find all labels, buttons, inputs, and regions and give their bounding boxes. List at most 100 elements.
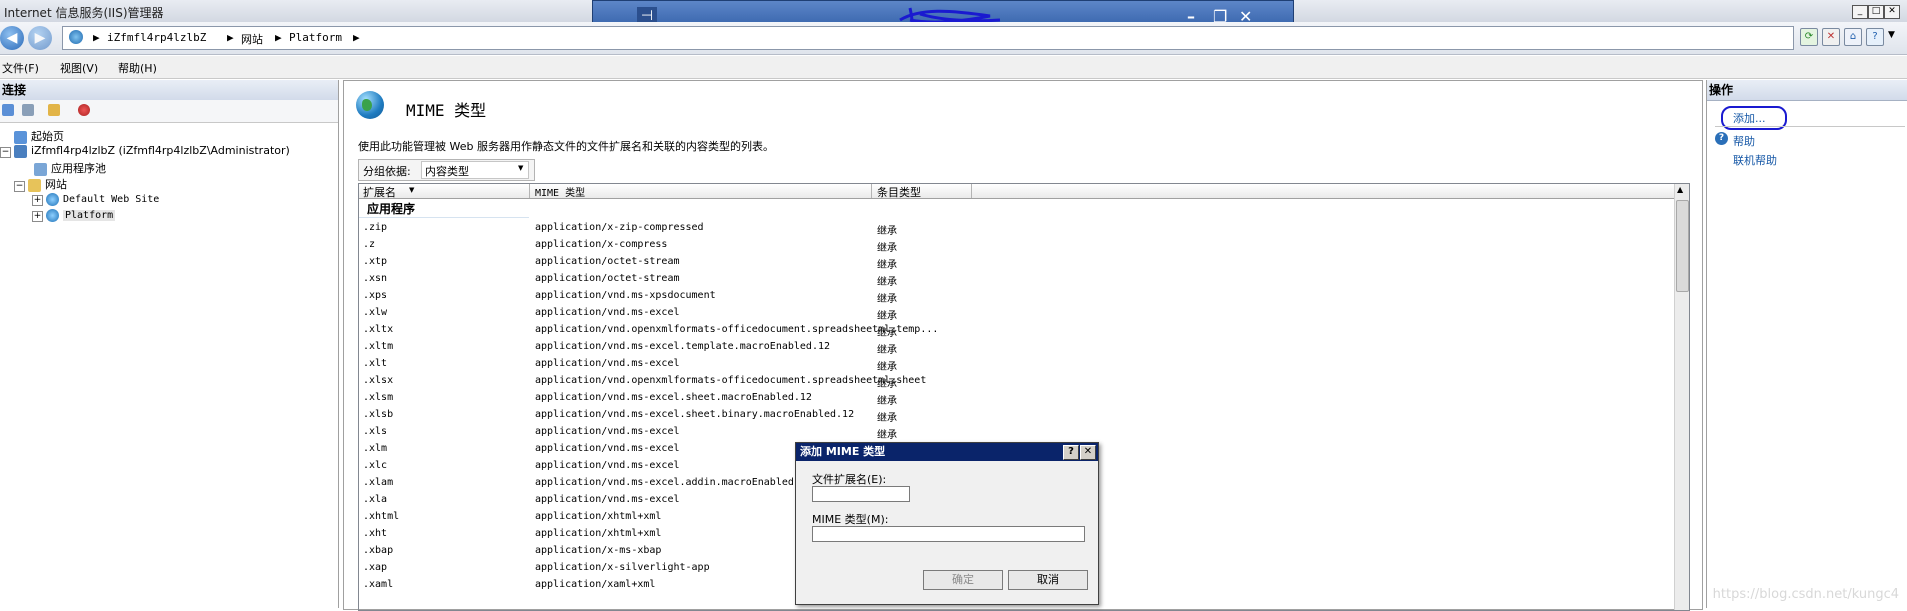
table-row[interactable]: .xlt application/vnd.ms-excel 继承 [359, 358, 1669, 373]
ok-button[interactable]: 确定 [923, 570, 1003, 590]
tree-start-page[interactable]: 起始页 [14, 128, 64, 144]
help-action-link[interactable]: 帮助 [1733, 133, 1755, 149]
cell-mime-type: application/x-compress [535, 239, 668, 250]
cell-mime-type: application/vnd.openxmlformats-officedoc… [535, 375, 927, 386]
close-button[interactable]: ✕ [1884, 5, 1900, 19]
connections-header: 连接 [0, 80, 338, 101]
cancel-button[interactable]: 取消 [1008, 570, 1088, 590]
add-action-link[interactable]: 添加... [1733, 110, 1766, 126]
breadcrumb-sites[interactable]: 网站 [241, 31, 263, 47]
cell-mime-type: application/octet-stream [535, 273, 680, 284]
help-icon[interactable]: ? [1866, 28, 1884, 46]
online-help-link[interactable]: 联机帮助 [1733, 152, 1777, 168]
start-page-icon [14, 130, 27, 144]
back-button[interactable]: ◀ [0, 26, 24, 50]
home-icon[interactable]: ⌂ [1844, 28, 1862, 46]
menu-help[interactable]: 帮助(H) [118, 60, 157, 76]
watermark: https://blog.csdn.net/kungc4 [1712, 587, 1899, 602]
minimize-button[interactable]: _ [1852, 5, 1868, 19]
expand-icon[interactable]: + [32, 211, 43, 222]
cell-extension: .xls [363, 426, 388, 437]
collapse-icon[interactable]: − [0, 147, 11, 158]
dialog-close-button[interactable]: ✕ [1080, 445, 1096, 460]
cell-extension: .zip [363, 222, 388, 233]
expand-icon[interactable]: + [32, 195, 43, 206]
cell-entry-type: 继承 [877, 311, 897, 322]
table-row[interactable]: .zip application/x-zip-compressed 继承 [359, 222, 1669, 237]
group-header: 应用程序 [367, 202, 416, 216]
col-mime-type[interactable]: MIME 类型 [535, 184, 585, 199]
menu-file[interactable]: 文件(F) [2, 60, 39, 76]
vertical-scrollbar[interactable]: ▲ [1674, 184, 1689, 610]
cell-extension: .xlt [363, 358, 388, 369]
cell-extension: .xps [363, 290, 388, 301]
table-row[interactable]: .xltx application/vnd.openxmlformats-offi… [359, 324, 1669, 339]
cell-entry-type: 继承 [877, 328, 897, 339]
cell-mime-type: application/x-silverlight-app [535, 562, 710, 573]
actions-header: 操作 [1707, 80, 1907, 101]
col-extension[interactable]: 扩展名 [363, 184, 396, 200]
tree-label: 起始页 [31, 130, 64, 143]
cell-mime-type: application/octet-stream [535, 256, 680, 267]
globe-icon [46, 208, 59, 222]
cell-extension: .xlc [363, 460, 388, 471]
refresh-icon[interactable]: ⟳ [1800, 28, 1818, 46]
cell-extension: .xht [363, 528, 388, 539]
table-row[interactable]: .xtp application/octet-stream 继承 [359, 256, 1669, 271]
cell-entry-type: 继承 [877, 362, 897, 373]
table-row[interactable]: .xsn application/octet-stream 继承 [359, 273, 1669, 288]
tree-app-pools[interactable]: 应用程序池 [34, 160, 106, 176]
cell-mime-type: application/vnd.ms-xpsdocument [535, 290, 716, 301]
table-row[interactable]: .xls application/vnd.ms-excel 继承 [359, 426, 1669, 441]
cell-extension: .xlsx [363, 375, 394, 386]
menu-view[interactable]: 视图(V) [60, 60, 98, 76]
table-row[interactable]: .xlsb application/vnd.ms-excel.sheet.bina… [359, 409, 1669, 424]
page-description: 使用此功能管理被 Web 服务器用作静态文件的文件扩展名和关联的内容类型的列表。 [358, 140, 774, 153]
group-by-select[interactable]: 内容类型 ▼ [421, 161, 529, 179]
cell-mime-type: application/xhtml+xml [535, 511, 662, 522]
tree-label: Default Web Site [63, 194, 160, 205]
forward-button[interactable]: ▶ [28, 26, 52, 50]
cell-mime-type: application/vnd.ms-excel [535, 494, 680, 505]
add-mime-dialog: 添加 MIME 类型 ? ✕ 文件扩展名(E): MIME 类型(M): 确定 … [795, 442, 1099, 605]
col-entry-type[interactable]: 条目类型 [877, 184, 921, 200]
tree-default-web-site[interactable]: + Default Web Site [32, 192, 159, 206]
dropdown-icon[interactable]: ▼ [1888, 30, 1895, 40]
mime-type-input[interactable] [812, 526, 1085, 542]
scroll-up-icon[interactable]: ▲ [1677, 185, 1683, 194]
sort-icon: ▼ [409, 186, 415, 194]
table-row[interactable]: .xps application/vnd.ms-xpsdocument 继承 [359, 290, 1669, 305]
table-row[interactable]: .xltm application/vnd.ms-excel.template.m… [359, 341, 1669, 356]
sites-folder-icon [28, 178, 41, 192]
cell-extension: .xlam [363, 477, 394, 488]
collapse-icon[interactable]: − [14, 181, 25, 192]
breadcrumb-server[interactable]: iZfmfl4rp4lzlbZ [107, 31, 206, 44]
table-row[interactable]: .xlsx application/vnd.openxmlformats-offi… [359, 375, 1669, 390]
tree-platform[interactable]: + Platform [32, 208, 116, 222]
cell-entry-type: 继承 [877, 277, 897, 288]
extension-input[interactable] [812, 486, 910, 502]
breadcrumb[interactable]: ▶ iZfmfl4rp4lzlbZ ▶ 网站 ▶ Platform ▶ [62, 26, 1794, 50]
tree-label: iZfmfl4rp4lzlbZ (iZfmfl4rp4lzlbZ\Adminis… [31, 144, 290, 157]
connect-icon[interactable] [2, 104, 14, 116]
scroll-thumb[interactable] [1676, 200, 1689, 292]
dialog-help-button[interactable]: ? [1063, 445, 1079, 460]
save-icon[interactable] [22, 104, 34, 116]
table-row[interactable]: .xlw application/vnd.ms-excel 继承 [359, 307, 1669, 322]
connections-pane: 连接 起始页 − iZfmfl4rp4lzlbZ (iZfmfl4rp4lzlbZ… [0, 80, 339, 608]
table-row[interactable]: .xlsm application/vnd.ms-excel.sheet.macr… [359, 392, 1669, 407]
tree-sites[interactable]: − 网站 [14, 176, 67, 192]
table-row[interactable]: .z application/x-compress 继承 [359, 239, 1669, 254]
tree-server[interactable]: − iZfmfl4rp4lzlbZ (iZfmfl4rp4lzlbZ\Admini… [0, 144, 290, 158]
folder-up-icon[interactable] [48, 104, 60, 116]
maximize-button[interactable]: □ [1868, 5, 1884, 19]
group-by-label: 分组依据: [363, 165, 411, 178]
stop-icon[interactable]: ✕ [1822, 28, 1840, 46]
cell-entry-type: 继承 [877, 294, 897, 305]
disconnect-icon[interactable] [78, 104, 90, 116]
cell-extension: .xap [363, 562, 388, 573]
cell-extension: .xltx [363, 324, 394, 335]
breadcrumb-platform[interactable]: Platform [289, 31, 342, 44]
group-by-bar: 分组依据: 内容类型 ▼ [358, 159, 535, 181]
cell-extension: .xlsm [363, 392, 394, 403]
